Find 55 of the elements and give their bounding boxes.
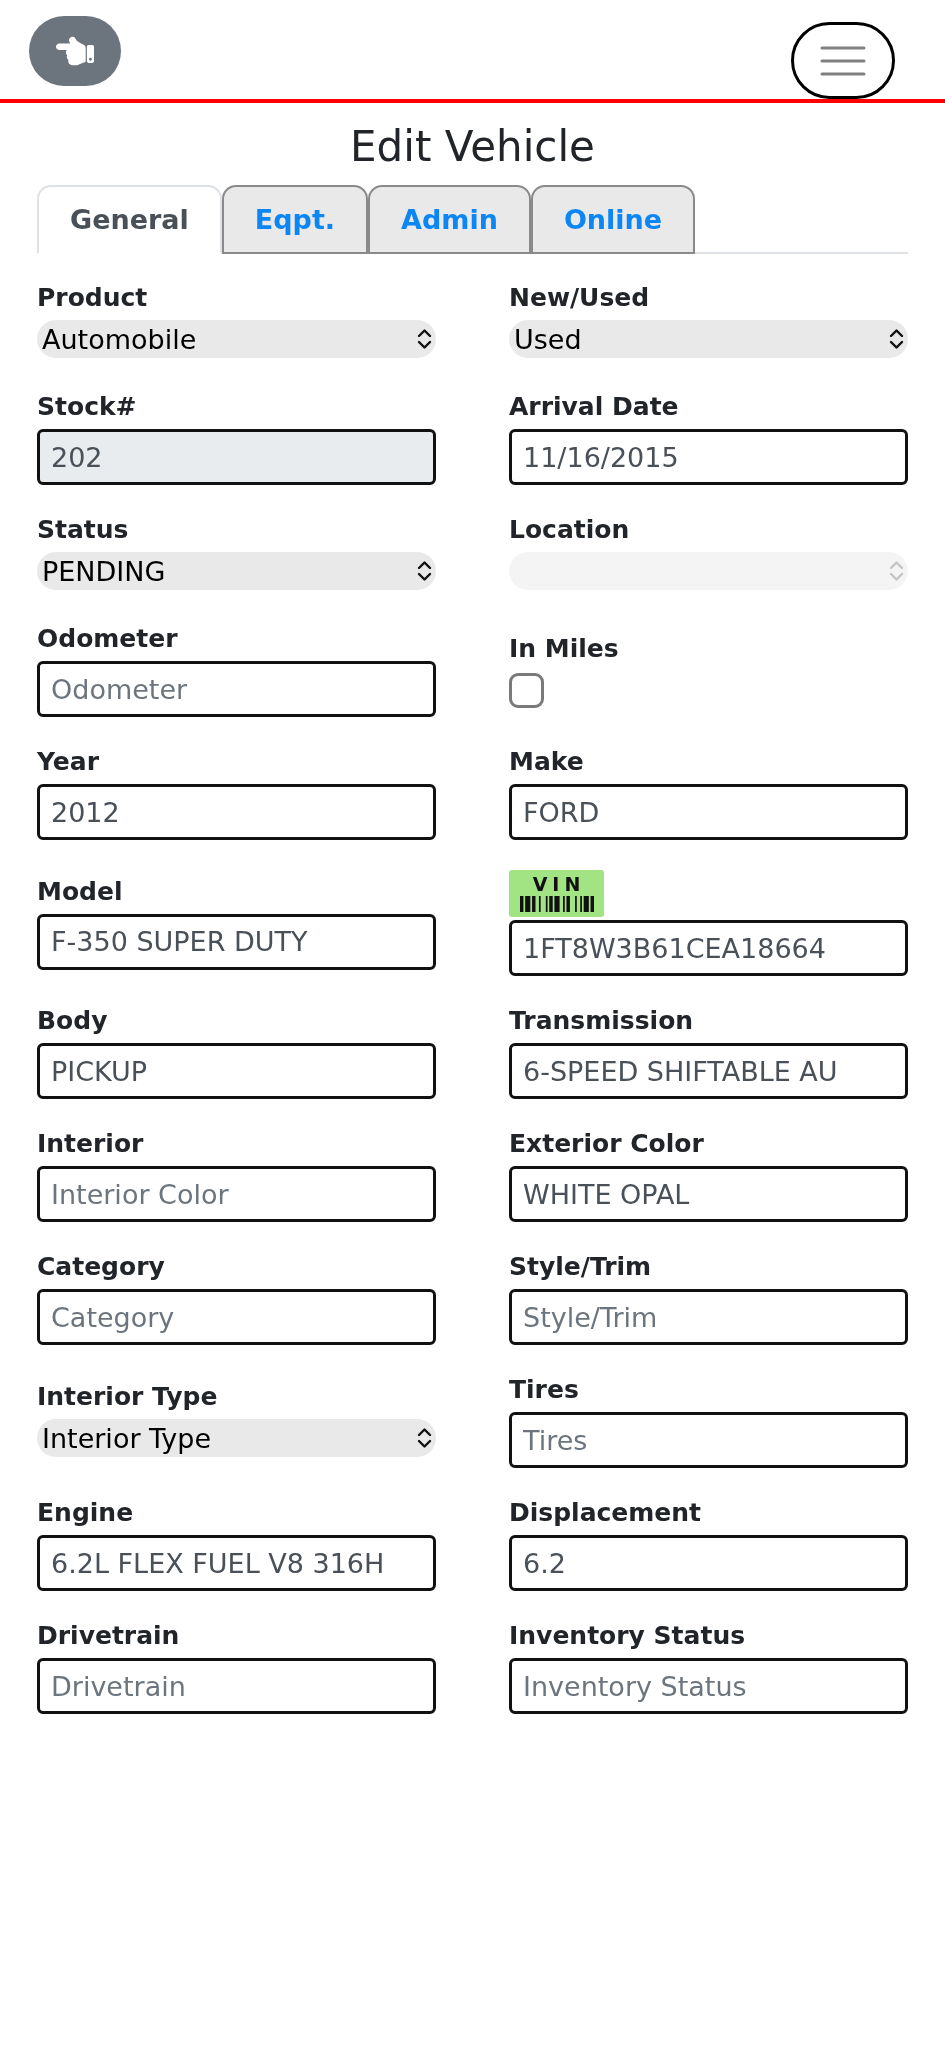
text-input[interactable]: Odometer — [37, 661, 436, 717]
text-input[interactable]: 1FT8W3B61CEA18664 — [509, 920, 908, 976]
field-label: Engine — [37, 1498, 134, 1528]
chevron-updown-icon — [889, 328, 904, 350]
chevron-updown-icon — [417, 560, 432, 582]
text-input[interactable]: Category — [37, 1289, 436, 1345]
vin-badge-text: VIN — [532, 875, 586, 893]
field-label: Style/Trim — [509, 1252, 652, 1282]
text-input[interactable]: 2012 — [37, 784, 436, 840]
field-label: Interior — [37, 1129, 144, 1159]
text-input[interactable]: FORD — [509, 784, 908, 840]
text-input[interactable]: 6.2 — [509, 1535, 908, 1591]
menu-icon — [820, 44, 866, 77]
field-label: Status — [37, 515, 129, 545]
dropdown-select[interactable]: Automobile — [37, 320, 436, 358]
field-label: In Miles — [509, 633, 619, 664]
field-label: Product — [37, 283, 148, 313]
field-label: Odometer — [37, 624, 178, 654]
chevron-updown-icon — [417, 1427, 432, 1449]
text-input[interactable]: PICKUP — [37, 1043, 436, 1099]
field-label: Category — [37, 1252, 165, 1282]
text-input[interactable]: Interior Color — [37, 1166, 436, 1222]
checkbox[interactable] — [509, 672, 544, 708]
barcode-icon — [519, 896, 594, 912]
field-label: Exterior Color — [509, 1129, 704, 1159]
field-label: New/Used — [509, 283, 650, 313]
field-label: Transmission — [509, 1006, 694, 1036]
field-label: Displacement — [509, 1498, 702, 1528]
page-title: Edit Vehicle — [349, 122, 596, 172]
field-label: Model — [37, 876, 123, 907]
text-input[interactable]: 11/16/2015 — [509, 429, 908, 485]
field-label: Interior Type — [37, 1382, 218, 1412]
chevron-updown-icon — [417, 328, 432, 350]
field-label: Stock# — [37, 392, 137, 422]
text-input[interactable]: 6.2L FLEX FUEL V8 316H — [37, 1535, 436, 1591]
text-input[interactable]: WHITE OPAL — [509, 1166, 908, 1222]
text-input[interactable]: Drivetrain — [37, 1658, 436, 1714]
dropdown-select[interactable]: Used — [509, 320, 908, 358]
chevron-updown-icon — [889, 560, 904, 582]
text-input[interactable]: 6-SPEED SHIFTABLE AU — [509, 1043, 908, 1099]
field-label: Drivetrain — [37, 1621, 180, 1651]
field-label: Make — [509, 747, 584, 777]
field-label: Tires — [509, 1375, 579, 1405]
text-input[interactable]: Style/Trim — [509, 1289, 908, 1345]
text-input[interactable]: F-350 SUPER DUTY — [37, 913, 436, 970]
text-input[interactable]: Inventory Status — [509, 1658, 908, 1714]
field-label: Arrival Date — [509, 392, 679, 422]
field-label: Inventory Status — [509, 1621, 746, 1651]
dropdown-select[interactable]: PENDING — [37, 552, 436, 590]
field-label: Year — [37, 747, 99, 777]
field-label: Body — [37, 1006, 108, 1036]
dropdown-select[interactable]: Interior Type — [37, 1419, 436, 1457]
field-label: Location — [509, 515, 630, 545]
tab[interactable]: General — [37, 185, 222, 254]
text-input[interactable]: Tires — [509, 1412, 908, 1468]
